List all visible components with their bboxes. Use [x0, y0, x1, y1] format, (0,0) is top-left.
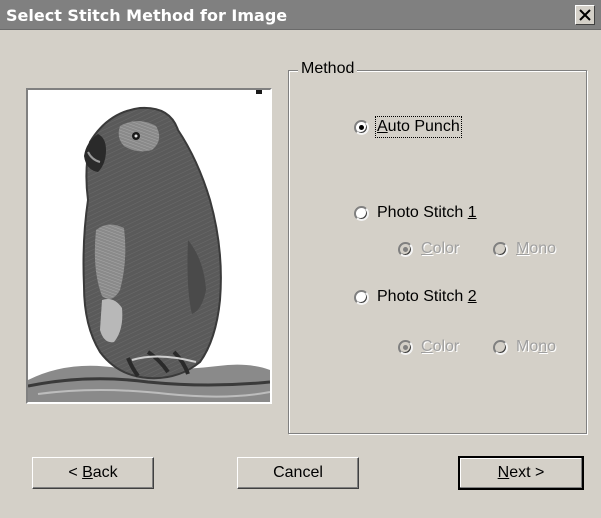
- photo-stitch-2-radio[interactable]: Photo Stitch 2: [354, 288, 477, 306]
- next-button-label: Next >: [497, 464, 545, 481]
- title-bar[interactable]: Select Stitch Method for Image: [0, 0, 601, 30]
- photo-stitch-1-label: Photo Stitch 1: [377, 204, 477, 221]
- radio-unchecked-disabled-icon: [493, 241, 508, 257]
- back-button-label: < Back: [68, 464, 118, 481]
- radio-checked-disabled-icon: [398, 339, 413, 355]
- photo-stitch-1-color-label: Color: [421, 240, 460, 257]
- radio-unchecked-disabled-icon: [493, 339, 508, 355]
- radio-checked-icon: [354, 119, 369, 135]
- stitch-method-dialog: Select Stitch Method for Image Method Au…: [0, 0, 601, 518]
- photo-stitch-2-mono-radio[interactable]: Mono: [493, 338, 556, 356]
- radio-checked-disabled-icon: [398, 241, 413, 257]
- image-preview: [26, 88, 272, 404]
- back-button[interactable]: < Back: [32, 457, 154, 489]
- window-title: Select Stitch Method for Image: [6, 6, 288, 25]
- photo-stitch-2-color-radio[interactable]: Color: [398, 338, 459, 356]
- next-button[interactable]: Next >: [458, 456, 584, 490]
- parrot-embroidery-image: [27, 90, 271, 402]
- cancel-button-label: Cancel: [273, 464, 323, 481]
- photo-stitch-1-radio[interactable]: Photo Stitch 1: [354, 204, 477, 222]
- photo-stitch-2-mono-label: Mono: [516, 338, 557, 355]
- radio-unchecked-icon: [354, 205, 369, 221]
- photo-stitch-1-mono-label: Mono: [516, 240, 557, 257]
- method-group-label: Method: [298, 60, 358, 78]
- close-button[interactable]: [575, 5, 595, 25]
- photo-stitch-1-color-radio[interactable]: Color: [398, 240, 459, 258]
- radio-unchecked-icon: [354, 289, 369, 305]
- photo-stitch-1-mono-radio[interactable]: Mono: [493, 240, 556, 258]
- photo-stitch-2-color-label: Color: [421, 338, 460, 355]
- photo-stitch-2-label: Photo Stitch 2: [377, 288, 477, 305]
- cancel-button[interactable]: Cancel: [237, 457, 359, 489]
- auto-punch-label: Auto Punch: [375, 116, 462, 138]
- auto-punch-radio[interactable]: Auto Punch: [354, 116, 462, 138]
- close-icon: [579, 9, 591, 21]
